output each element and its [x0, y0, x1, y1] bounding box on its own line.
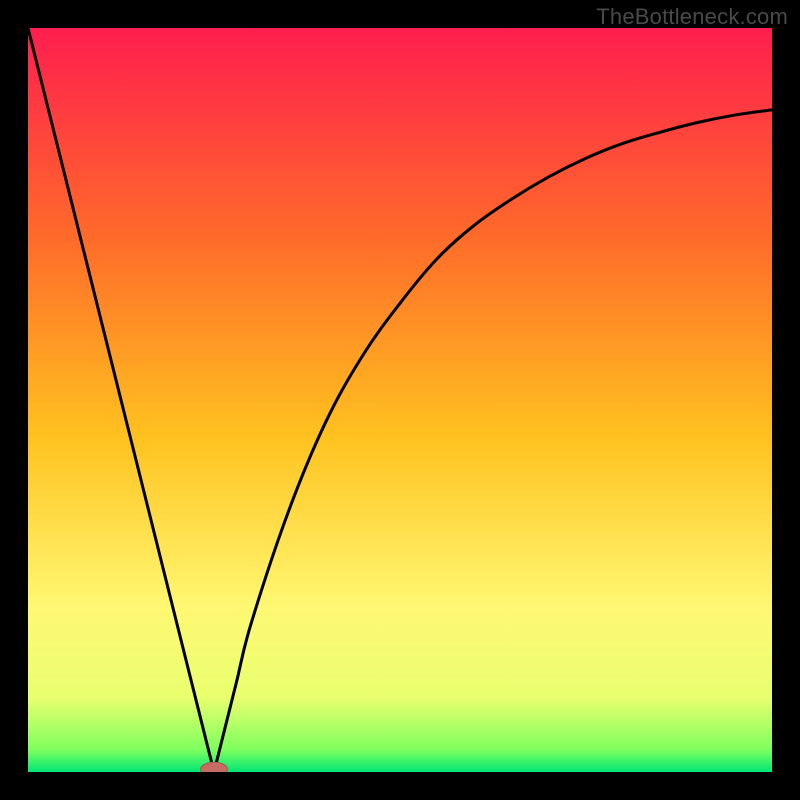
watermark-text: TheBottleneck.com — [596, 4, 788, 30]
optimum-marker — [201, 762, 228, 772]
bottleneck-chart — [28, 28, 772, 772]
chart-frame: TheBottleneck.com — [0, 0, 800, 800]
plot-area — [28, 28, 772, 772]
gradient-background — [28, 28, 772, 772]
